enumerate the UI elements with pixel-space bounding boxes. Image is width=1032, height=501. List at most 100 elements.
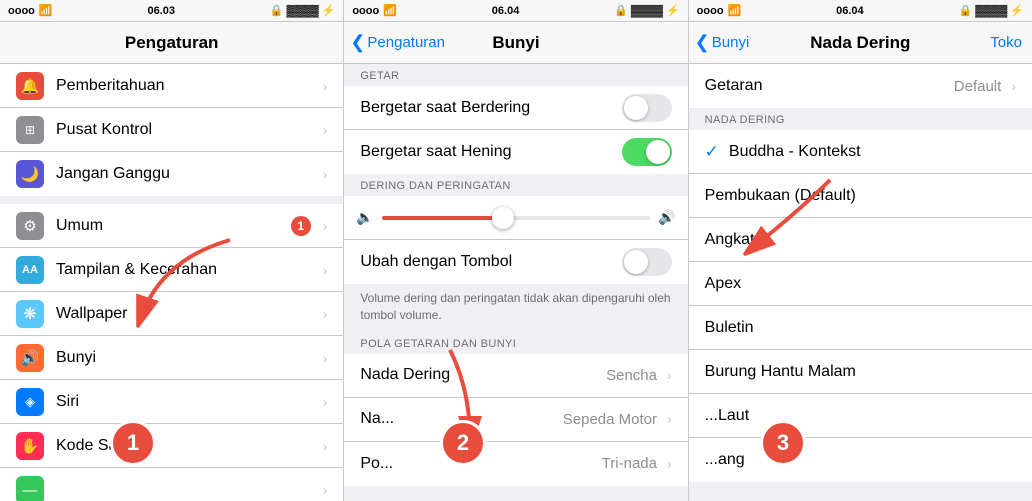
toggle-thumb xyxy=(646,140,670,164)
signal-dots: oooo xyxy=(697,5,724,17)
buddha-label: Buddha - Kontekst xyxy=(729,143,1016,161)
yang-item[interactable]: ...ang xyxy=(689,438,1032,482)
buletin-item[interactable]: Buletin xyxy=(689,306,1032,350)
battery-icon: ▓▓▓▓ xyxy=(631,5,663,17)
charge-icon: ⚡ xyxy=(666,4,680,17)
sidebar-item-pemberitahuan[interactable]: 🔔 Pemberitahuan › xyxy=(0,64,343,108)
volume-slider[interactable] xyxy=(382,216,650,220)
pola-baru-item[interactable]: Po... Tri-nada › xyxy=(344,442,687,486)
chevron-icon: › xyxy=(323,122,328,138)
nada-dering-list: Getaran Default › NADA DERING ✓ Buddha -… xyxy=(689,64,1032,501)
section-header-nada-dering: NADA DERING xyxy=(689,108,1032,130)
back-chevron: ❮ xyxy=(695,32,710,53)
dering-group: 🔈 🔊 Ubah dengan Tombol xyxy=(344,196,687,284)
chevron-icon: › xyxy=(667,456,672,472)
pusat-kontrol-label: Pusat Kontrol xyxy=(56,121,319,139)
siri-icon: ◈ xyxy=(16,388,44,416)
laut-item[interactable]: ...Laut xyxy=(689,394,1032,438)
panels-container: oooo 📶 06.03 🔒 ▓▓▓▓ ⚡ Pengaturan 🔔 Pembe… xyxy=(0,0,1032,501)
laut-label: ...Laut xyxy=(705,407,1016,425)
siri-label: Siri xyxy=(56,393,319,411)
nada-pesan-value: Sepeda Motor xyxy=(563,411,657,428)
wallpaper-icon: ❋ xyxy=(16,300,44,328)
bergetar-hening-toggle[interactable] xyxy=(622,138,672,166)
bergetar-berdering-label: Bergetar saat Berdering xyxy=(360,99,621,117)
page-title-3: Nada Dering xyxy=(810,33,910,53)
pemberitahuan-label: Pemberitahuan xyxy=(56,77,319,95)
apex-label: Apex xyxy=(705,275,1016,293)
settings-group-2: ⚙ Umum 1 › AA Tampilan & Kecerahan › ❋ W… xyxy=(0,204,343,501)
pembukaan-item[interactable]: Pembukaan (Default) xyxy=(689,174,1032,218)
chevron-icon: › xyxy=(323,482,328,498)
pola-group: Nada Dering Sencha › Na... Sepeda Motor … xyxy=(344,354,687,486)
sidebar-item-pusat-kontrol[interactable]: ⊞ Pusat Kontrol › xyxy=(0,108,343,152)
sidebar-item-jangan-ganggu[interactable]: 🌙 Jangan Ganggu › xyxy=(0,152,343,196)
chevron-icon: › xyxy=(323,394,328,410)
volume-high-icon: 🔊 xyxy=(658,209,675,226)
nada-dering-value: Sencha xyxy=(606,367,657,384)
bunyi-list: GETAR Bergetar saat Berdering Bergetar s… xyxy=(344,64,687,501)
sidebar-item-wallpaper[interactable]: ❋ Wallpaper › xyxy=(0,292,343,336)
apex-item[interactable]: Apex xyxy=(689,262,1032,306)
buletin-label: Buletin xyxy=(705,319,1016,337)
page-title-2: Bunyi xyxy=(492,33,539,53)
bergetar-berdering-toggle[interactable] xyxy=(622,94,672,122)
pola-baru-label: Po... xyxy=(360,455,601,473)
getaran-value: Default xyxy=(954,78,1002,95)
chevron-icon: › xyxy=(323,218,328,234)
time-3: 06.04 xyxy=(836,5,864,17)
checkmark-icon: ✓ xyxy=(705,142,719,162)
ubah-tombol-toggle[interactable] xyxy=(622,248,672,276)
chevron-icon: › xyxy=(323,306,328,322)
getaran-group: Getaran Default › xyxy=(689,64,1032,108)
section-header-pola: POLA GETARAN DAN BUNYI xyxy=(344,332,687,354)
sidebar-item-kode-sandi[interactable]: ✋ Kode Sandi › xyxy=(0,424,343,468)
sidebar-item-bottom[interactable]: — › xyxy=(0,468,343,501)
chevron-icon: › xyxy=(323,438,328,454)
back-button-2[interactable]: ❮ Bunyi xyxy=(695,32,750,53)
burung-hantu-item[interactable]: Burung Hantu Malam xyxy=(689,350,1032,394)
jangan-ganggu-icon: 🌙 xyxy=(16,160,44,188)
panel-settings: oooo 📶 06.03 🔒 ▓▓▓▓ ⚡ Pengaturan 🔔 Pembe… xyxy=(0,0,344,501)
ringtone-group: ✓ Buddha - Kontekst Pembukaan (Default) … xyxy=(689,130,1032,482)
section-header-getar: GETAR xyxy=(344,64,687,86)
sidebar-item-bunyi[interactable]: 🔊 Bunyi › xyxy=(0,336,343,380)
getaran-item[interactable]: Getaran Default › xyxy=(689,64,1032,108)
panel-nada-dering: oooo 📶 06.04 🔒 ▓▓▓▓ ⚡ ❮ Bunyi Nada Derin… xyxy=(689,0,1032,501)
back-chevron: ❮ xyxy=(350,32,365,53)
sidebar-item-umum[interactable]: ⚙ Umum 1 › xyxy=(0,204,343,248)
nada-dering-item[interactable]: Nada Dering Sencha › xyxy=(344,354,687,398)
volume-row[interactable]: 🔈 🔊 xyxy=(344,196,687,240)
slider-fill xyxy=(382,216,503,220)
lock-icon: 🔒 xyxy=(959,4,973,17)
nada-pesan-item[interactable]: Na... Sepeda Motor › xyxy=(344,398,687,442)
back-button-1[interactable]: ❮ Pengaturan xyxy=(350,32,445,53)
yang-label: ...ang xyxy=(705,451,1016,469)
nav-bar-2: ❮ Pengaturan Bunyi xyxy=(344,22,687,64)
charge-icon: ⚡ xyxy=(322,4,336,17)
pusat-kontrol-icon: ⊞ xyxy=(16,116,44,144)
page-title-1: Pengaturan xyxy=(125,33,219,53)
bergetar-berdering-item[interactable]: Bergetar saat Berdering xyxy=(344,86,687,130)
umum-badge: 1 xyxy=(291,216,311,236)
pembukaan-label: Pembukaan (Default) xyxy=(705,187,1016,205)
sidebar-item-siri[interactable]: ◈ Siri › xyxy=(0,380,343,424)
bergetar-hening-item[interactable]: Bergetar saat Hening xyxy=(344,130,687,174)
signal-dots: oooo xyxy=(8,5,35,17)
back-label-2: Bunyi xyxy=(712,34,750,51)
slider-thumb xyxy=(492,207,514,229)
buddha-item[interactable]: ✓ Buddha - Kontekst xyxy=(689,130,1032,174)
sidebar-item-tampilan[interactable]: AA Tampilan & Kecerahan › xyxy=(0,248,343,292)
kode-sandi-icon: ✋ xyxy=(16,432,44,460)
wifi-icon: 📶 xyxy=(728,4,742,17)
jangan-ganggu-label: Jangan Ganggu xyxy=(56,165,319,183)
toko-button[interactable]: Toko xyxy=(990,34,1022,51)
chevron-icon: › xyxy=(323,166,328,182)
volume-low-icon: 🔈 xyxy=(356,209,373,226)
angkat-item[interactable]: Angkat xyxy=(689,218,1032,262)
pola-baru-value: Tri-nada xyxy=(602,455,657,472)
ubah-tombol-item[interactable]: Ubah dengan Tombol xyxy=(344,240,687,284)
wifi-icon: 📶 xyxy=(39,4,53,17)
kode-sandi-label: Kode Sandi xyxy=(56,437,319,455)
volume-note: Volume dering dan peringatan tidak akan … xyxy=(344,284,687,332)
